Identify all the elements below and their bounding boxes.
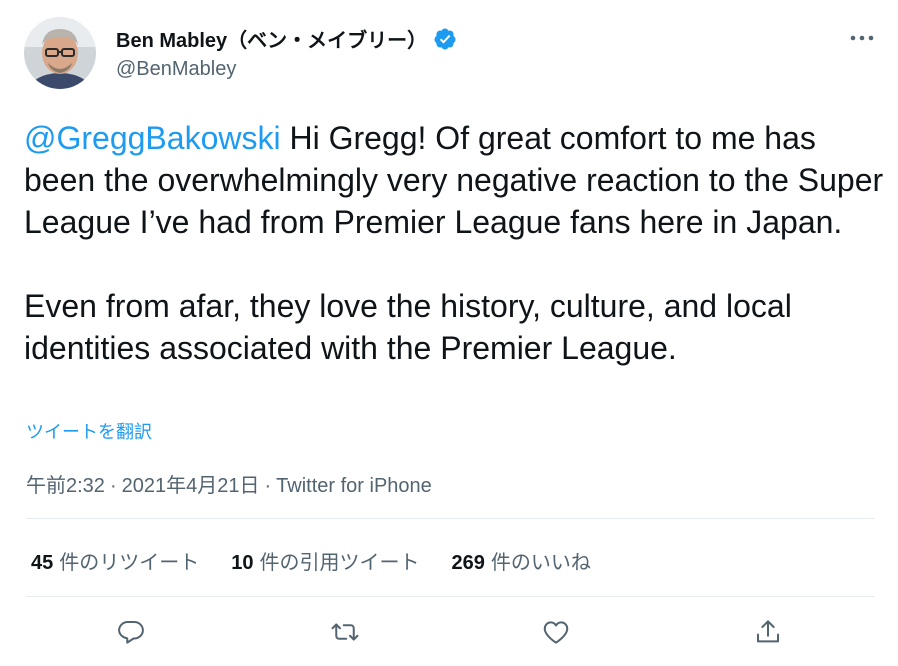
meta-separator: · <box>109 475 117 497</box>
divider <box>26 518 875 519</box>
likes-count: 269 <box>451 552 485 574</box>
avatar[interactable] <box>24 17 96 89</box>
tweet-card: Ben Mabley（ベン・メイブリー） @BenMabley @GreggBa… <box>0 0 898 666</box>
tweet-meta: 午前2:32 · 2021年4月21日 · Twitter for iPhone <box>26 469 432 498</box>
tweet-date[interactable]: 2021年4月21日 <box>122 475 260 497</box>
reply-icon <box>118 621 144 644</box>
tweet-body: Hi Gregg! Of great comfort to me has bee… <box>24 120 884 366</box>
retweets-label: 件のリツイート <box>59 552 200 574</box>
user-avatar-icon <box>24 17 96 89</box>
more-options-icon[interactable] <box>846 28 878 48</box>
retweet-icon <box>331 623 359 641</box>
meta-separator: · <box>264 475 272 497</box>
like-icon <box>543 621 569 644</box>
share-button[interactable] <box>750 614 786 650</box>
tweet-time[interactable]: 午前2:32 <box>26 475 105 497</box>
divider <box>26 596 875 597</box>
reply-button[interactable] <box>113 614 149 650</box>
quotes-label: 件の引用ツイート <box>259 552 420 574</box>
share-icon <box>757 620 779 643</box>
retweets-stat[interactable]: 45 件のリツイート <box>31 546 199 575</box>
mention-link[interactable]: @GreggBakowski <box>24 120 281 156</box>
tweet-source[interactable]: Twitter for iPhone <box>276 475 432 497</box>
author-name-row[interactable]: Ben Mabley（ベン・メイブリー） <box>116 24 457 53</box>
like-button[interactable] <box>538 614 574 650</box>
likes-label: 件のいいね <box>490 552 591 574</box>
user-handle[interactable]: @BenMabley <box>116 58 236 81</box>
tweet-text: @GreggBakowski Hi Gregg! Of great comfor… <box>24 117 886 369</box>
translate-tweet-link[interactable]: ツイートを翻訳 <box>26 418 152 444</box>
tweet-stats: 45 件のリツイート 10 件の引用ツイート 269 件のいいね <box>31 546 623 575</box>
quotes-stat[interactable]: 10 件の引用ツイート <box>231 546 419 575</box>
retweets-count: 45 <box>31 552 54 574</box>
likes-stat[interactable]: 269 件のいいね <box>452 546 591 575</box>
retweet-button[interactable] <box>327 614 363 650</box>
quotes-count: 10 <box>231 552 254 574</box>
display-name[interactable]: Ben Mabley（ベン・メイブリー） <box>116 24 427 53</box>
verified-badge-icon <box>433 27 457 51</box>
